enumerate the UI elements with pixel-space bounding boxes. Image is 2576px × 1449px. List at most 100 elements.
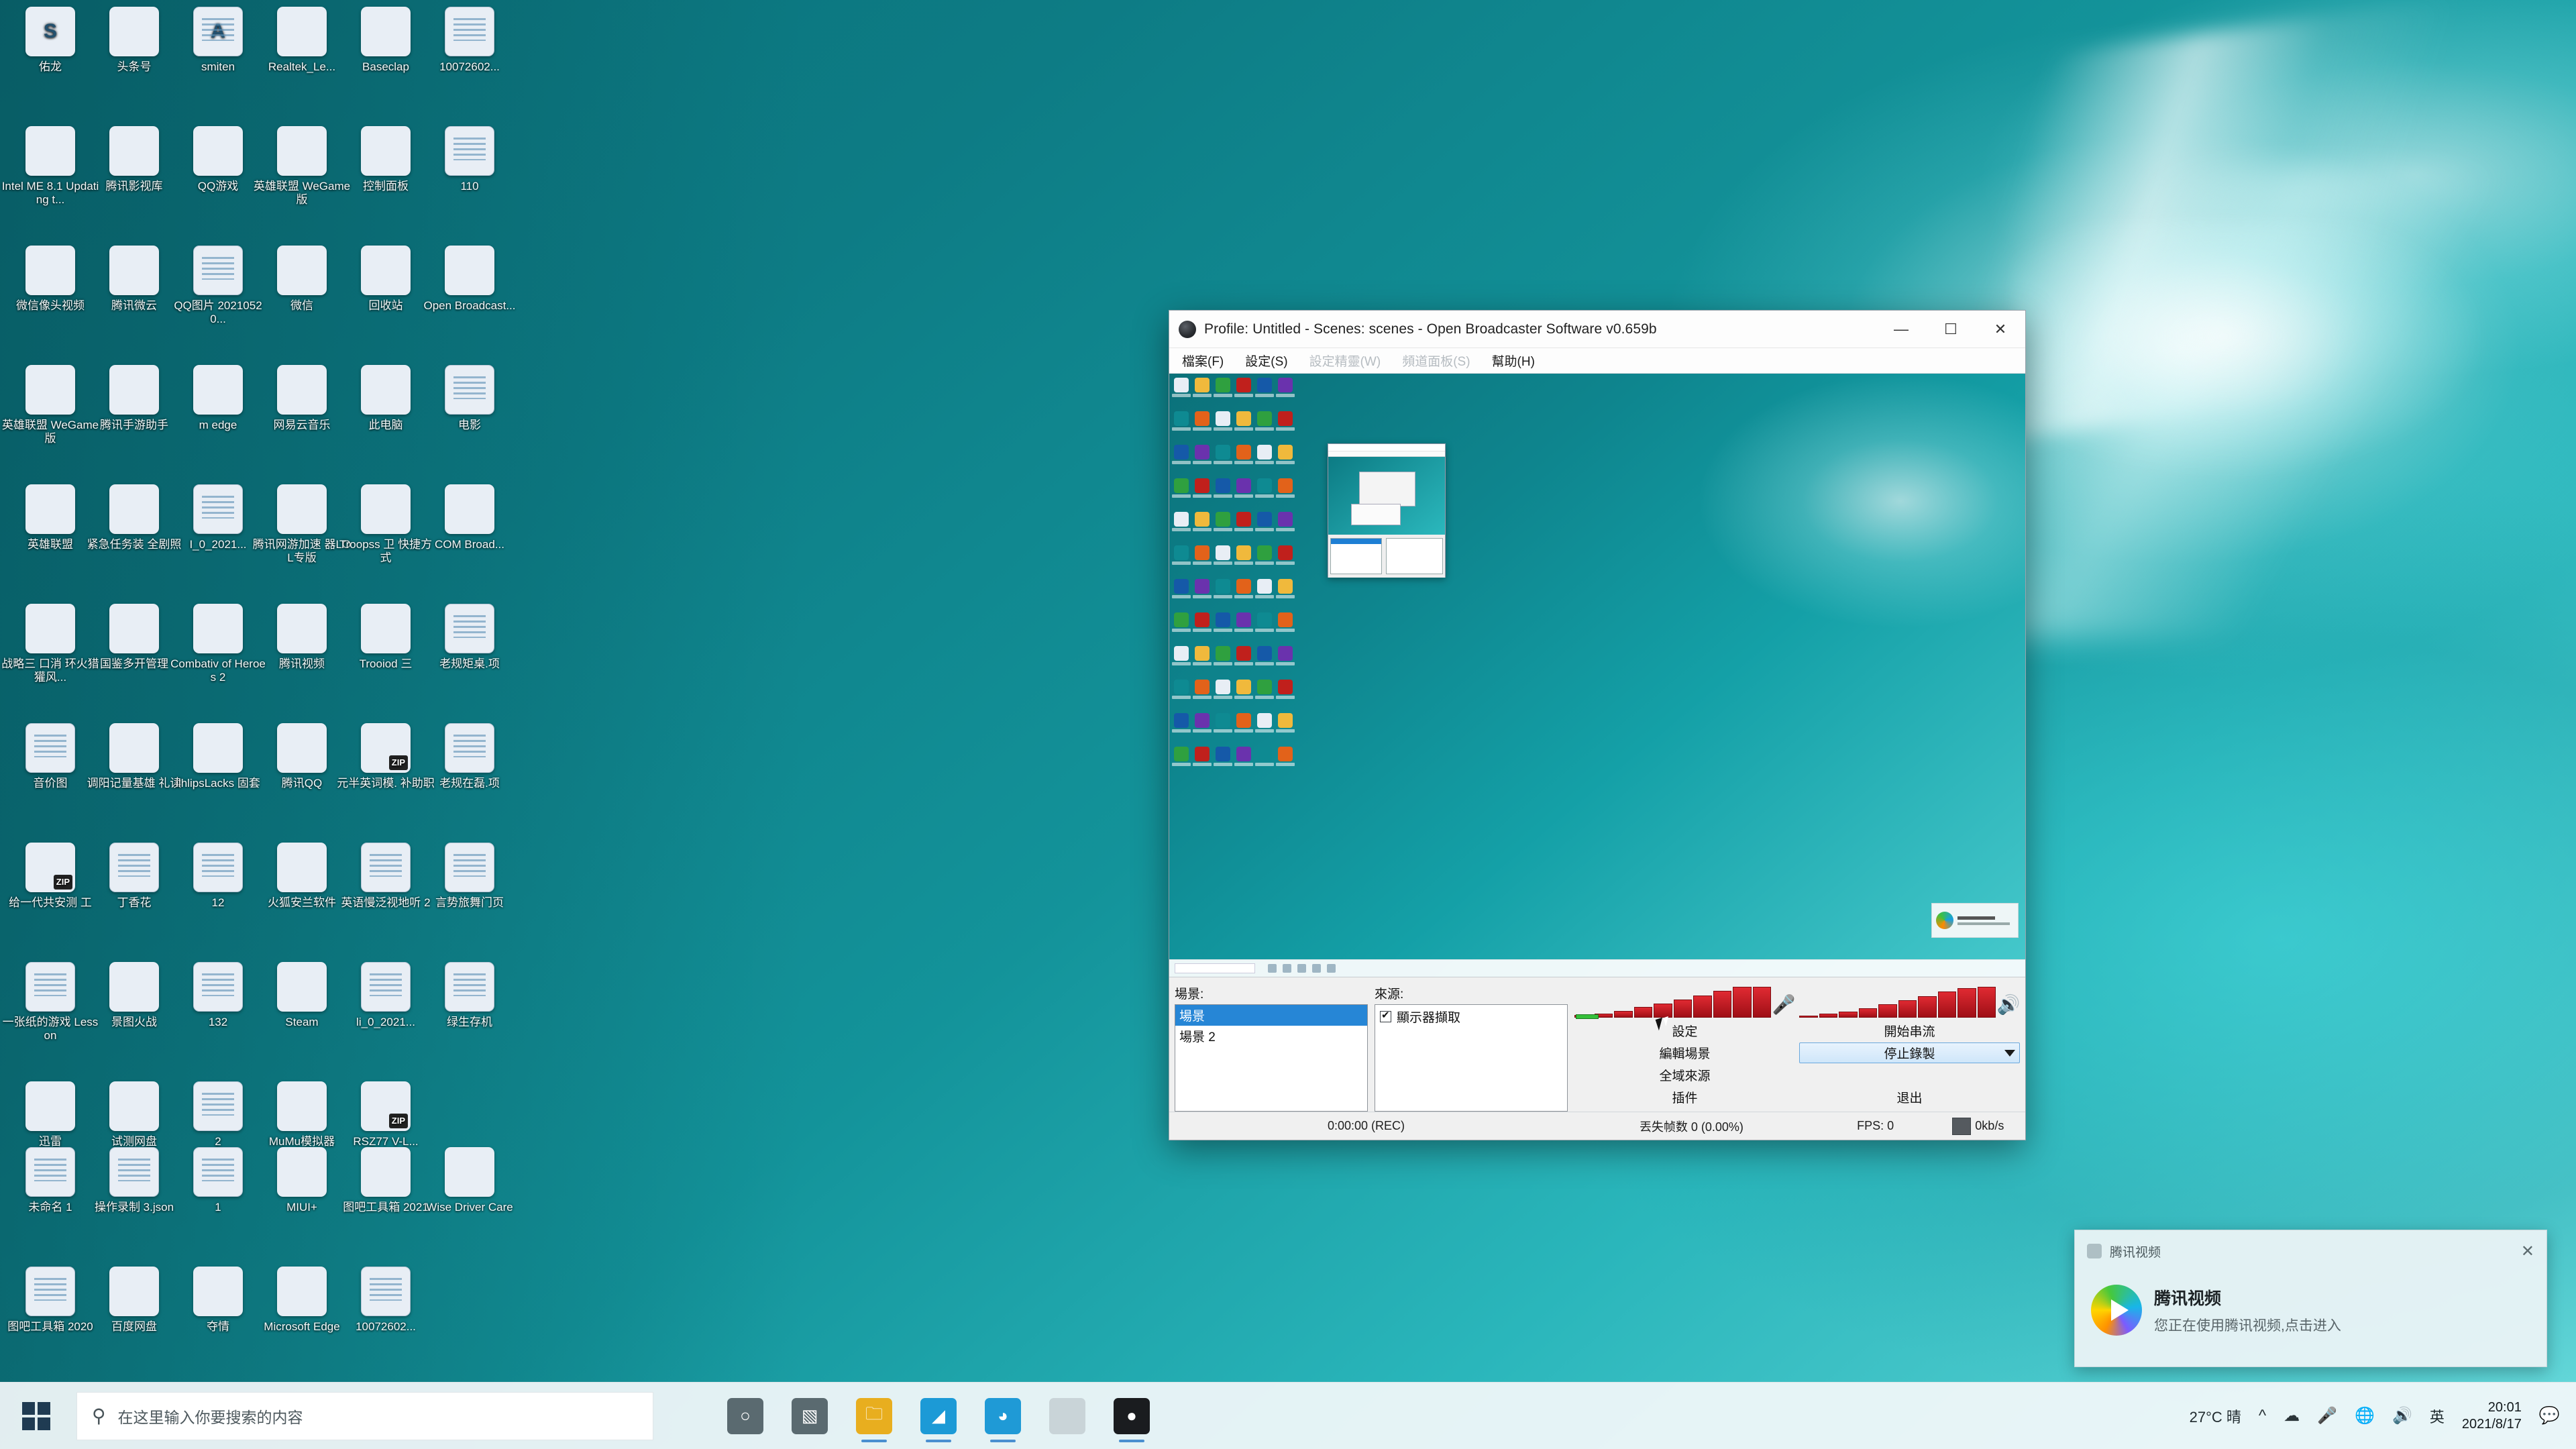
preview-desktop-icon [1255,545,1274,565]
desktop-icon-image [277,1267,327,1316]
toast-app-icon [2087,1244,2102,1258]
minimize-button[interactable]: — [1876,311,1926,347]
network-icon[interactable]: 🌐 [2355,1406,2375,1426]
desktop-icon-image [109,365,159,415]
volume-icon[interactable]: 🔊 [2392,1406,2412,1426]
weather-status[interactable]: 27°C 晴 [2190,1405,2241,1427]
preview-desktop-icon [1193,512,1212,531]
windows-logo-icon [22,1401,50,1430]
preview-desktop-icon [1255,612,1274,632]
desktop-icon[interactable]: 言势旅舞门页 [419,843,520,910]
desktop-icon[interactable]: 10072602... [419,7,520,74]
menu-item[interactable]: 設定(S) [1243,350,1289,371]
preview-desktop-icon [1214,747,1232,766]
settings-button[interactable]: 設定 [1574,1020,1795,1041]
close-icon[interactable]: ✕ [2521,1242,2534,1261]
audio-level-bar [1937,991,1956,1018]
obs-app-icon [1179,320,1196,338]
preview-desktop-icon [1255,478,1274,498]
exit-button[interactable]: 退出 [1799,1087,2020,1108]
task-view-icon[interactable]: ▧ [792,1397,828,1434]
start-button[interactable] [0,1383,72,1449]
obs-icon[interactable]: ● [1114,1397,1150,1442]
preview-desktop-icon [1214,579,1232,598]
desktop-icon-label: Wise Driver Care [426,1201,513,1214]
desktop-icon[interactable]: Wise Driver Care [419,1147,520,1214]
desktop-icon[interactable]: 电影 [419,365,520,432]
microphone-icon[interactable]: 🎤 [2317,1406,2337,1426]
obs-preview-canvas[interactable] [1169,374,2025,977]
start-stream-button[interactable]: 開始串流 [1799,1020,2020,1041]
desktop-icon-image [193,1147,243,1197]
desktop-icon[interactable]: 110 [419,126,520,193]
desktop-icon-image [193,126,243,176]
record-time-status: 0:00:00 (REC) [1327,1119,1405,1132]
desktop-icon[interactable]: 10072602... [335,1267,436,1334]
chevron-down-icon[interactable] [2004,1049,2015,1057]
desktop-audio-meter[interactable]: 🔊 [1799,987,2020,1018]
desktop-icon[interactable]: 绿生存机 [419,962,520,1029]
preview-toast-icon [1936,912,1953,929]
file-explorer-icon[interactable]: 🗀 [856,1397,892,1442]
preview-desktop-icon [1276,747,1295,766]
preview-desktop-icon [1172,411,1191,431]
preview-desktop-icon [1172,680,1191,699]
edge-icon[interactable]: ◕ [985,1397,1021,1442]
preview-desktop-icon [1172,579,1191,598]
desktop-icon[interactable]: 老规矩桌.项 [419,604,520,671]
taskbar-search-box[interactable]: ⚲ 在这里输入你要搜索的内容 [76,1391,653,1440]
preview-desktop-icon [1172,646,1191,665]
notification-icon[interactable]: 💬 [2539,1406,2560,1426]
maximize-button[interactable]: ☐ [1926,311,1976,347]
clock[interactable]: 20:01 2021/8/17 [2462,1399,2522,1433]
desktop-icon-image [25,962,75,1012]
wallpaper-foam [2012,221,2482,476]
desktop-icon[interactable]: RSZ77 V-L... [335,1081,436,1148]
plugins-button[interactable]: 插件 [1574,1087,1795,1108]
close-button[interactable]: ✕ [1976,311,2025,347]
mic-audio-meter[interactable]: 🎤 [1574,987,1795,1019]
audio-meters: 🎤 🔊 [1574,984,2020,1019]
source-list-item[interactable]: 顯示器擷取 [1375,1005,1567,1028]
preview-desktop-icon [1193,747,1212,766]
preview-desktop-icon [1172,478,1191,498]
desktop-icon-label: 电影 [458,419,481,431]
dropped-frames-status: 丟失帧数 0 (0.00%) [1639,1120,1743,1134]
desktop-icon-image [277,962,327,1012]
global-sources-button[interactable]: 全域來源 [1574,1065,1795,1085]
ime-indicator[interactable]: 英 [2430,1405,2445,1427]
store-icon[interactable]: ◢ [920,1397,957,1442]
menu-item[interactable]: 幫助(H) [1490,350,1537,371]
onedrive-icon[interactable]: ☁ [2284,1406,2300,1426]
edit-scene-button[interactable]: 編輯場景 [1574,1042,1795,1063]
bitrate-graph [1952,1117,1972,1135]
blank-icon[interactable] [1049,1397,1085,1434]
preview-desktop-icon [1193,713,1212,733]
preview-desktop-icon [1214,680,1232,699]
preview-desktop-icon [1172,747,1191,766]
chevron-up-icon[interactable]: ^ [2259,1407,2266,1426]
preview-desktop-icon [1193,646,1212,665]
desktop-icon[interactable]: Open Broadcast... [419,246,520,313]
window-controls: — ☐ ✕ [1876,311,2025,347]
desktop-icon-image [361,962,411,1012]
desktop-icon-image [193,1267,243,1316]
desktop-icon-image [193,604,243,653]
desktop-icon-image [361,365,411,415]
menu-item[interactable]: 檔案(F) [1180,350,1226,371]
scenes-listbox[interactable]: 場景 場景 2 [1175,1004,1368,1112]
sources-listbox[interactable]: 顯示器擷取 [1375,1004,1568,1112]
cortana-icon[interactable]: ○ [727,1397,763,1434]
desktop-icon[interactable]: COM Broad... [419,484,520,551]
obs-title-bar[interactable]: Profile: Untitled - Scenes: scenes - Ope… [1169,311,2025,348]
scene-list-item[interactable]: 場景 2 [1175,1026,1367,1046]
stop-record-button[interactable]: 停止錄製 [1799,1042,2020,1063]
scene-list-item[interactable]: 場景 [1175,1005,1367,1026]
notification-toast[interactable]: 腾讯视频 ✕ 腾讯视频 您正在使用腾讯视频,点击进入 [2074,1230,2547,1367]
source-visibility-checkbox[interactable] [1380,1009,1391,1022]
desktop-icon[interactable]: 老规在磊.项 [419,723,520,790]
desktop-icon-image [445,484,494,534]
taskbar-app-buttons: ○ ▧ 🗀 ◢ ◕ ● [727,1397,1150,1442]
obs-window[interactable]: Profile: Untitled - Scenes: scenes - Ope… [1169,310,2026,1140]
desktop-icon-image [109,1267,159,1316]
